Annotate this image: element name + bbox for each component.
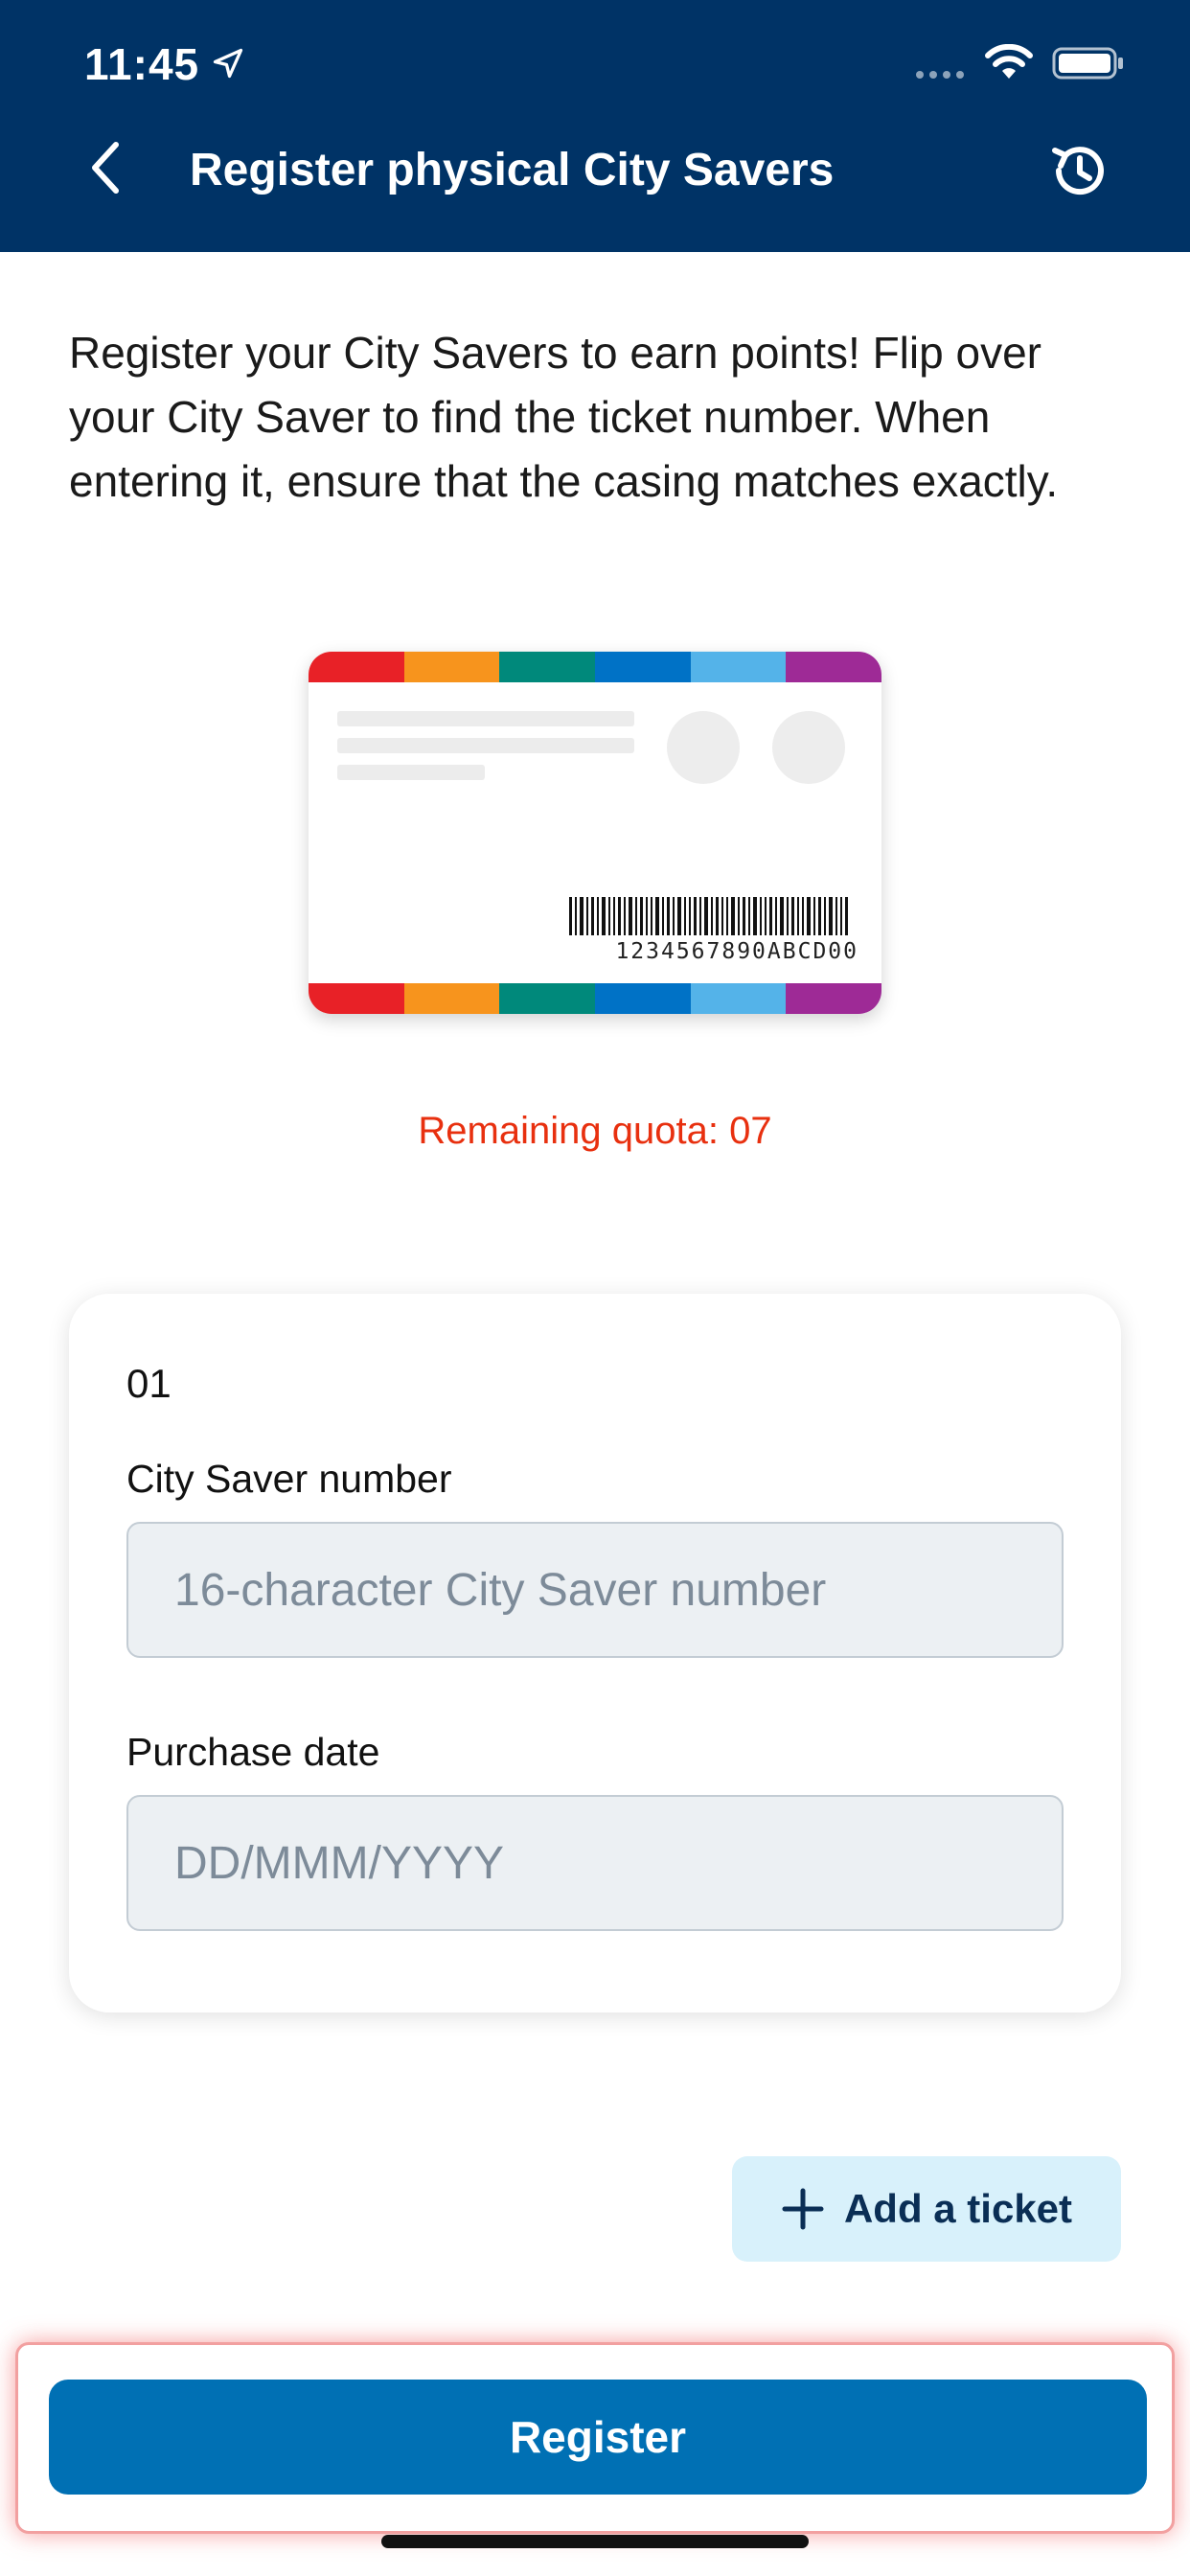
register-label: Register xyxy=(509,2412,687,2462)
city-saver-number-label: City Saver number xyxy=(126,1457,452,1501)
register-button[interactable]: Register xyxy=(49,2380,1147,2495)
ticket-sample-image: 1234567890ABCD00 xyxy=(309,652,881,1014)
placeholder-line xyxy=(337,711,634,726)
remaining-quota: Remaining quota: 07 xyxy=(418,1110,772,1152)
purchase-date-label: Purchase date xyxy=(126,1730,380,1774)
signal-icon xyxy=(916,71,964,79)
city-saver-number-input[interactable]: 16-character City Saver number xyxy=(126,1522,1064,1658)
wifi-icon xyxy=(985,44,1033,79)
ticket-stripe-top xyxy=(309,652,881,682)
page-title: Register physical City Savers xyxy=(190,145,835,196)
chevron-left-icon xyxy=(92,142,119,194)
placeholder-circle xyxy=(772,711,845,784)
barcode-icon xyxy=(569,897,848,935)
placeholder-circle xyxy=(667,711,740,784)
home-indicator xyxy=(381,2535,809,2548)
app-header: 11:45 Register physical City Savers xyxy=(0,0,1190,252)
barcode-number: 1234567890ABCD00 xyxy=(615,939,858,964)
purchase-date-input[interactable]: DD/MMM/YYYY xyxy=(126,1795,1064,1931)
purchase-date-placeholder: DD/MMM/YYYY xyxy=(174,1837,505,1889)
placeholder-line xyxy=(337,765,485,780)
intro-text: Register your City Savers to earn points… xyxy=(69,328,1059,506)
back-button[interactable] xyxy=(77,134,134,201)
bottom-action-bar: Register xyxy=(15,2342,1175,2534)
ticket-index: 01 xyxy=(126,1361,172,1406)
placeholder-line xyxy=(337,738,634,753)
ticket-form-card: 01 City Saver number 16-character City S… xyxy=(69,1294,1121,2012)
location-arrow-icon xyxy=(213,48,243,79)
battery-icon xyxy=(1052,47,1123,80)
status-time: 11:45 xyxy=(84,39,200,89)
add-ticket-button[interactable]: Add a ticket xyxy=(732,2156,1121,2262)
ticket-stripe-bottom xyxy=(309,983,881,1014)
plus-icon xyxy=(782,2188,824,2230)
history-icon xyxy=(1052,147,1104,196)
add-ticket-label: Add a ticket xyxy=(843,2186,1073,2231)
history-button[interactable] xyxy=(1042,134,1115,207)
city-saver-number-placeholder: 16-character City Saver number xyxy=(174,1564,827,1616)
